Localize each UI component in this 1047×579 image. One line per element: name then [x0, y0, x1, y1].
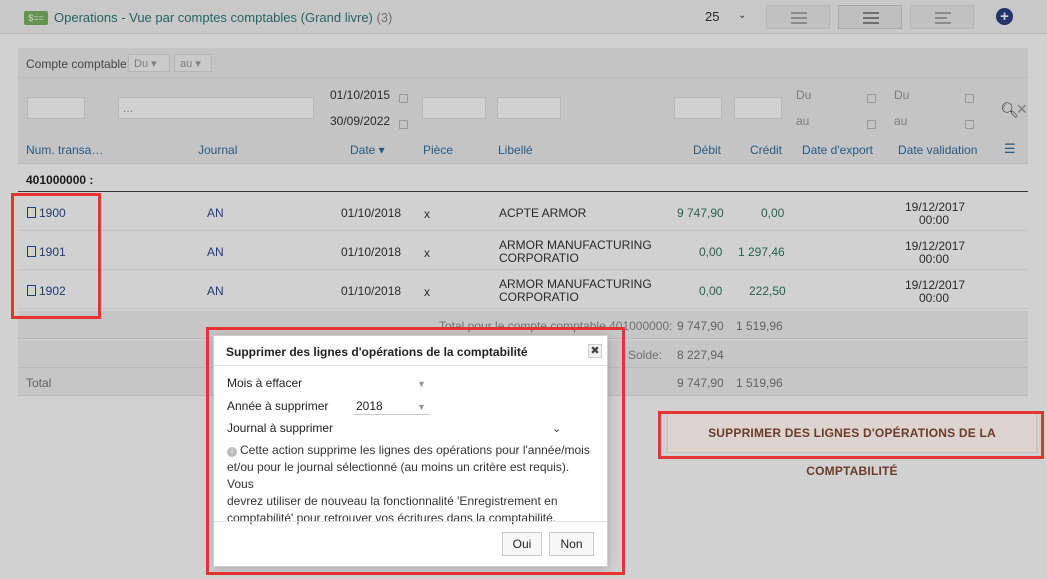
highlight-dialog: [206, 327, 625, 575]
highlight-action-button: [658, 411, 1044, 459]
highlight-transactions: [11, 193, 101, 319]
